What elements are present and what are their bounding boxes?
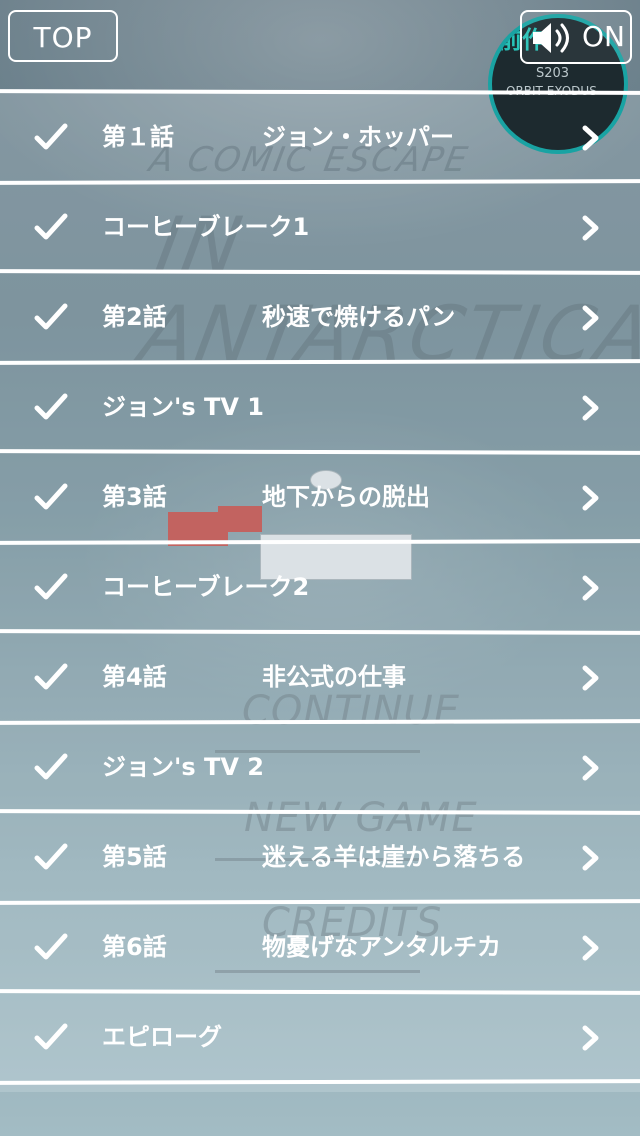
episode-subtitle: 物憂げなアンタルチカ bbox=[262, 933, 502, 961]
chevron-right-icon bbox=[580, 485, 602, 511]
checkmark-icon bbox=[34, 122, 68, 152]
episode-label: コーヒーブレーク1 bbox=[102, 213, 310, 241]
chevron-right-icon bbox=[580, 125, 602, 151]
checkmark-icon bbox=[34, 392, 68, 422]
episode-label: 第6話 bbox=[102, 933, 167, 961]
top-button[interactable]: TOP bbox=[8, 10, 118, 62]
episode-subtitle: 秒速で焼けるパン bbox=[262, 303, 456, 331]
episode-label: ジョン's TV 2 bbox=[102, 753, 264, 781]
episode-label: 第5話 bbox=[102, 843, 167, 871]
checkmark-icon bbox=[34, 572, 68, 602]
episode-label: エピローグ bbox=[102, 1023, 222, 1051]
episode-label: コーヒーブレーク2 bbox=[102, 573, 310, 601]
episode-subtitle: ジョン・ホッパー bbox=[262, 123, 454, 151]
chevron-right-icon bbox=[580, 395, 602, 421]
checkmark-icon bbox=[34, 212, 68, 242]
episode-row[interactable]: コーヒーブレーク1 bbox=[0, 182, 640, 272]
episode-subtitle: 非公式の仕事 bbox=[262, 663, 406, 691]
episode-row[interactable]: 第4話 非公式の仕事 bbox=[0, 632, 640, 722]
chevron-right-icon bbox=[580, 305, 602, 331]
checkmark-icon bbox=[34, 662, 68, 692]
episode-row[interactable]: ジョン's TV 1 bbox=[0, 362, 640, 452]
prev-badge-line1: S203 bbox=[536, 66, 570, 81]
speaker-icon bbox=[530, 20, 574, 60]
episode-subtitle: 迷える羊は崖から落ちる bbox=[262, 843, 526, 871]
episode-label: ジョン's TV 1 bbox=[102, 393, 264, 421]
chevron-right-icon bbox=[580, 575, 602, 601]
checkmark-icon bbox=[34, 482, 68, 512]
episode-row[interactable]: 第3話 地下からの脱出 bbox=[0, 452, 640, 542]
checkmark-icon bbox=[34, 1022, 68, 1052]
chevron-right-icon bbox=[580, 845, 602, 871]
checkmark-icon bbox=[34, 932, 68, 962]
episode-label: 第１話 bbox=[102, 123, 174, 151]
episode-row[interactable]: ジョン's TV 2 bbox=[0, 722, 640, 812]
chevron-right-icon bbox=[580, 665, 602, 691]
episode-row[interactable]: コーヒーブレーク2 bbox=[0, 542, 640, 632]
episode-row[interactable]: 第2話 秒速で焼けるパン bbox=[0, 272, 640, 362]
episode-label: 第4話 bbox=[102, 663, 167, 691]
episode-subtitle: 地下からの脱出 bbox=[262, 483, 430, 511]
chevron-right-icon bbox=[580, 1025, 602, 1051]
episode-row[interactable]: 第１話 ジョン・ホッパー bbox=[0, 92, 640, 182]
episode-label: 第2話 bbox=[102, 303, 167, 331]
checkmark-icon bbox=[34, 752, 68, 782]
sound-status-label: ON bbox=[582, 20, 625, 53]
episode-row[interactable]: 第5話 迷える羊は崖から落ちる bbox=[0, 812, 640, 902]
sound-toggle-button[interactable]: ON bbox=[520, 10, 632, 64]
episode-row[interactable]: エピローグ bbox=[0, 992, 640, 1082]
checkmark-icon bbox=[34, 302, 68, 332]
chevron-right-icon bbox=[580, 935, 602, 961]
chevron-right-icon bbox=[580, 755, 602, 781]
episode-label: 第3話 bbox=[102, 483, 167, 511]
episode-row[interactable]: 第6話 物憂げなアンタルチカ bbox=[0, 902, 640, 992]
chevron-right-icon bbox=[580, 215, 602, 241]
checkmark-icon bbox=[34, 842, 68, 872]
